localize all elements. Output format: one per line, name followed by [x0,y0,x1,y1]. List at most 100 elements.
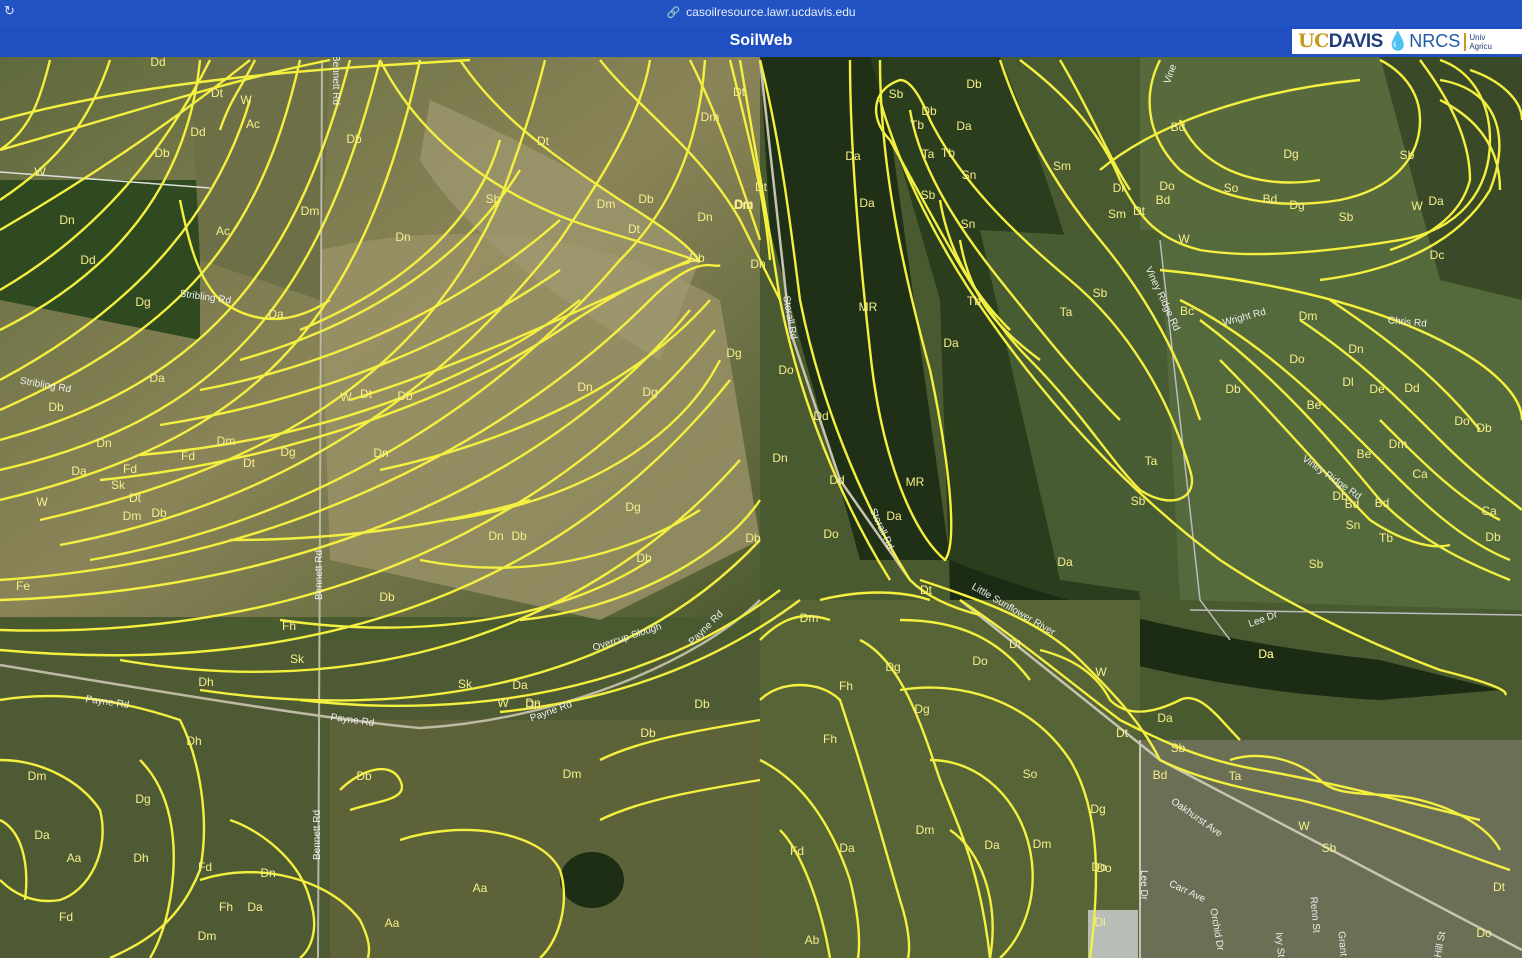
soil-unit-label[interactable]: Aa [385,916,400,930]
soil-unit-label[interactable]: Db [151,506,167,520]
soil-unit-label[interactable]: Dh [186,734,201,748]
soil-unit-label[interactable]: Dt [733,85,746,99]
soil-unit-label[interactable]: Db [48,400,64,414]
soil-unit-label[interactable]: Dn [59,213,74,227]
soil-unit-label[interactable]: Do [1159,179,1175,193]
soil-unit-label[interactable]: Db [397,389,413,403]
soil-unit-label[interactable]: Dn [373,446,388,460]
soil-unit-label[interactable]: Sb [1322,841,1337,855]
soil-unit-label[interactable]: Ta [1060,305,1073,319]
soil-unit-label[interactable]: Ta [1229,769,1242,783]
soil-unit-label[interactable]: Dm [1299,309,1318,323]
soil-unit-label[interactable]: Db [1225,382,1241,396]
map-canvas[interactable]: Bennett RdBennett RdBennett RdStribling … [0,57,1522,958]
soil-unit-label[interactable]: Do [778,363,794,377]
soil-unit-label[interactable]: Db [1476,421,1492,435]
soil-unit-label[interactable]: Sb [1171,741,1186,755]
soil-unit-label[interactable]: Dm [597,197,616,211]
soil-unit-label[interactable]: Sk [458,677,473,691]
soil-unit-label[interactable]: Aa [67,851,82,865]
soil-unit-label[interactable]: Da [943,336,959,350]
soil-unit-label[interactable]: Dm [28,769,47,783]
soil-unit-label[interactable]: Dm [1033,837,1052,851]
soil-unit-label[interactable]: Db [636,551,652,565]
soil-unit-label[interactable]: Db [966,77,982,91]
soil-unit-label[interactable]: Do [972,654,988,668]
soil-unit-label[interactable]: Ta [1145,454,1158,468]
soil-unit-label[interactable]: Da [984,838,1000,852]
soil-unit-label[interactable]: Sn [961,217,976,231]
soil-unit-label[interactable]: W [1411,199,1423,213]
soil-unit-label[interactable]: Bd [1171,120,1186,134]
soil-unit-label[interactable]: Dn [395,230,410,244]
soil-unit-label[interactable]: Bd [1263,192,1278,206]
soil-unit-label[interactable]: Da [34,828,50,842]
soil-unit-label[interactable]: Do [1454,414,1470,428]
soil-unit-label[interactable]: Da [1258,647,1274,661]
soil-unit-label[interactable]: Da [149,371,165,385]
soil-unit-label[interactable]: Da [886,509,902,523]
soil-unit-label[interactable]: Sb [921,188,936,202]
soil-unit-label[interactable]: Dn [488,529,503,543]
soil-unit-label[interactable]: Dn [577,380,592,394]
soil-unit-label[interactable]: Sb [1400,148,1415,162]
soil-unit-label[interactable]: Sb [1309,557,1324,571]
soil-unit-label[interactable]: Ta [922,147,935,161]
soil-unit-label[interactable]: Dt [243,456,256,470]
soil-unit-label[interactable]: Db [694,697,710,711]
soil-unit-label[interactable]: Da [839,841,855,855]
soil-unit-label[interactable]: Da [1057,555,1073,569]
soil-unit-label[interactable]: Dl [1342,375,1353,389]
soil-unit-label[interactable]: Do [1096,861,1112,875]
soil-unit-label[interactable]: Dt [1116,726,1129,740]
soil-unit-label[interactable]: Aa [473,881,488,895]
soil-unit-label[interactable]: Dg [135,792,150,806]
soil-unit-label[interactable]: Db [638,192,654,206]
soil-map[interactable]: Bennett Rd Bennett Rd Bennett Rd Stribling … [0,57,1522,958]
soil-unit-label[interactable]: So [1023,767,1038,781]
soil-unit-label[interactable]: Dm [217,434,236,448]
soil-unit-label[interactable]: W [1298,819,1310,833]
soil-unit-label[interactable]: Db [346,132,362,146]
soil-unit-label[interactable]: Dt [360,387,373,401]
soil-unit-label[interactable]: Db [921,104,937,118]
soil-unit-label[interactable]: Fh [219,900,233,914]
soil-unit-label[interactable]: Dg [1283,147,1298,161]
soil-unit-label[interactable]: Bc [1180,304,1194,318]
soil-unit-label[interactable]: Bd [1156,193,1171,207]
soil-unit-label[interactable]: Sb [1093,286,1108,300]
soil-unit-label[interactable]: Ac [246,117,260,131]
soil-unit-label[interactable]: Dt [920,583,933,597]
soil-unit-label[interactable]: W [497,696,509,710]
soil-unit-label[interactable]: Dm [198,929,217,943]
soil-unit-label[interactable]: Sb [1131,494,1146,508]
soil-unit-label[interactable]: Fd [790,844,804,858]
soil-unit-label[interactable]: Dg [135,295,150,309]
soil-unit-label[interactable]: Dg [914,702,929,716]
soil-unit-label[interactable]: Db [689,251,705,265]
soil-unit-label[interactable]: Tb [910,118,924,132]
soil-unit-label[interactable]: Da [845,149,861,163]
soil-unit-label[interactable]: Db [1485,530,1501,544]
soil-unit-label[interactable]: Dm [1389,437,1408,451]
soil-unit-label[interactable]: Fd [123,462,137,476]
soil-unit-label[interactable]: Dh [133,851,148,865]
soil-unit-label[interactable]: Fd [198,860,212,874]
url-display[interactable]: 🔗 casoilresource.lawr.ucdavis.edu [0,5,1522,19]
soil-unit-label[interactable]: MR [906,475,925,489]
soil-unit-label[interactable]: Dd [1404,381,1419,395]
soil-unit-label[interactable]: Ca [1481,504,1497,518]
soil-unit-label[interactable]: Da [1428,194,1444,208]
soil-unit-label[interactable]: Sn [1346,518,1361,532]
soil-unit-label[interactable]: Sm [1108,207,1126,221]
soil-unit-label[interactable]: Fh [823,732,837,746]
soil-unit-label[interactable]: Dc [1430,248,1445,262]
soil-unit-label[interactable]: Ca [1412,467,1428,481]
soil-unit-label[interactable]: Db [640,726,656,740]
soil-unit-label[interactable]: Dg [885,660,900,674]
soil-unit-label[interactable]: Tb [1379,531,1393,545]
soil-unit-label[interactable]: Be [1307,398,1322,412]
soil-unit-label[interactable]: Sb [889,87,904,101]
soil-unit-label[interactable]: Dh [198,675,213,689]
soil-unit-label[interactable]: MR [859,300,878,314]
